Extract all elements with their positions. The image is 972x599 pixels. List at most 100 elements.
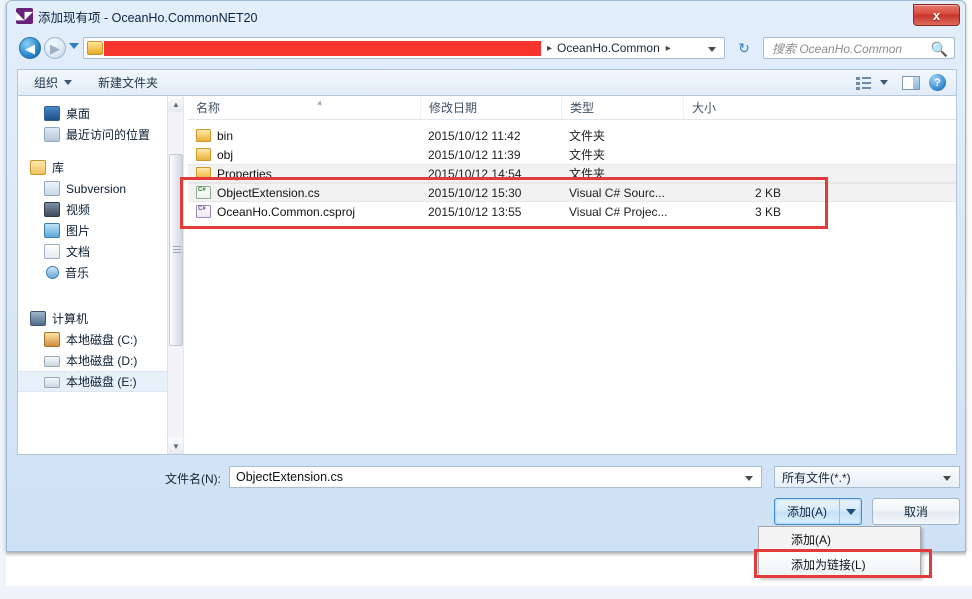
filter-chevron-down-icon[interactable] bbox=[943, 476, 951, 481]
address-chevron-down-icon[interactable] bbox=[708, 47, 716, 52]
sidebar-item-recent-places[interactable]: 最近访问的位置 bbox=[18, 124, 183, 145]
table-row[interactable]: ObjectExtension.cs 2015/10/12 15:30 Visu… bbox=[188, 183, 956, 202]
sidebar-item-computer[interactable]: 计算机 bbox=[18, 308, 183, 329]
search-box[interactable]: 搜索 OceanHo.Common 🔍 bbox=[763, 37, 955, 59]
address-bar[interactable]: ▸ OceanHo.Common ▸ bbox=[83, 37, 725, 59]
breadcrumb-separator-icon: ▸ bbox=[547, 42, 553, 54]
scrollbar-thumb[interactable] bbox=[169, 154, 183, 346]
sidebar-item-pictures[interactable]: 图片 bbox=[18, 220, 183, 241]
sidebar-item-label: 计算机 bbox=[52, 312, 89, 326]
folder-icon bbox=[196, 129, 211, 142]
file-type-cell: 文件夹 bbox=[569, 167, 606, 181]
add-split-button[interactable]: 添加(A) bbox=[774, 498, 862, 525]
add-dropdown-arrow-icon[interactable] bbox=[839, 499, 861, 524]
organize-button[interactable]: 组织 bbox=[26, 70, 80, 95]
sidebar-item-label: 最近访问的位置 bbox=[66, 128, 151, 142]
forward-button[interactable]: ▶ bbox=[44, 37, 66, 59]
new-folder-button[interactable]: 新建文件夹 bbox=[90, 70, 166, 95]
column-header-name[interactable]: 名称 bbox=[188, 96, 420, 119]
folder-icon bbox=[87, 41, 103, 55]
close-button[interactable]: x bbox=[913, 4, 960, 26]
sidebar-item-music[interactable]: 音乐 bbox=[18, 262, 183, 283]
table-row[interactable]: bin 2015/10/12 11:42 文件夹 bbox=[188, 126, 956, 145]
sidebar-item-documents[interactable]: 文档 bbox=[18, 241, 183, 262]
add-button[interactable]: 添加(A) bbox=[775, 499, 839, 524]
search-icon: 🔍 bbox=[930, 41, 948, 57]
sidebar-item-label: 本地磁盘 (C:) bbox=[66, 333, 138, 347]
preview-pane-icon[interactable] bbox=[902, 75, 920, 90]
scroll-down-arrow-icon[interactable]: ▼ bbox=[168, 438, 183, 454]
breadcrumb-current-folder[interactable]: OceanHo.Common bbox=[557, 41, 660, 55]
file-type-cell: Visual C# Projec... bbox=[569, 204, 668, 219]
pictures-icon bbox=[44, 223, 60, 238]
command-bar: 组织 新建文件夹 ? bbox=[17, 69, 957, 95]
file-name-cell: obj bbox=[188, 148, 420, 162]
sidebar-item-disk-c[interactable]: 本地磁盘 (C:) bbox=[18, 329, 183, 350]
file-list-pane: 名称 修改日期 类型 大小 ▲ bin 2015/10/12 11:42 文件夹 bbox=[188, 96, 956, 454]
cancel-button[interactable]: 取消 bbox=[872, 498, 960, 525]
menu-item-add-as-link[interactable]: 添加为链接(L) bbox=[759, 552, 920, 577]
filename-label: 文件名(N): bbox=[165, 472, 221, 486]
disk-c-icon bbox=[44, 332, 60, 347]
file-name-label: bin bbox=[217, 128, 234, 143]
disk-icon bbox=[44, 377, 60, 388]
file-type-cell: 文件夹 bbox=[569, 129, 606, 143]
disk-icon bbox=[44, 356, 60, 367]
sidebar-item-label: Subversion bbox=[66, 181, 127, 196]
file-name-label: ObjectExtension.cs bbox=[217, 185, 320, 200]
sidebar-item-subversion[interactable]: Subversion bbox=[18, 178, 183, 199]
file-size-cell: 3 KB bbox=[754, 204, 781, 219]
file-date-cell: 2015/10/12 14:54 bbox=[428, 166, 522, 181]
csharp-project-icon bbox=[196, 205, 211, 218]
sidebar-item-disk-d[interactable]: 本地磁盘 (D:) bbox=[18, 350, 183, 371]
column-header-date[interactable]: 修改日期 bbox=[420, 96, 561, 119]
file-date-cell: 2015/10/12 15:30 bbox=[428, 185, 522, 200]
file-name-cell: Properties bbox=[188, 167, 420, 181]
computer-icon bbox=[30, 311, 46, 326]
sidebar-item-label: 库 bbox=[52, 161, 65, 175]
column-header-type[interactable]: 类型 bbox=[561, 96, 683, 119]
recent-locations-chevron-down-icon[interactable] bbox=[69, 43, 79, 49]
library-icon bbox=[30, 160, 46, 175]
filename-value: ObjectExtension.cs bbox=[236, 470, 343, 484]
folder-icon bbox=[196, 148, 211, 161]
file-name-label: Properties bbox=[217, 166, 272, 181]
filename-chevron-down-icon[interactable] bbox=[745, 476, 753, 481]
file-name-label: OceanHo.Common.csproj bbox=[217, 204, 356, 219]
sidebar-item-library[interactable]: 库 bbox=[18, 157, 183, 178]
help-icon[interactable]: ? bbox=[929, 74, 946, 91]
file-size-cell: 2 KB bbox=[754, 185, 781, 200]
file-name-label: obj bbox=[217, 147, 234, 162]
scroll-up-arrow-icon[interactable]: ▲ bbox=[168, 96, 183, 112]
filename-input[interactable]: ObjectExtension.cs bbox=[229, 466, 762, 488]
file-type-cell: Visual C# Sourc... bbox=[569, 185, 665, 200]
sidebar-item-videos[interactable]: 视频 bbox=[18, 199, 183, 220]
column-header-row: 名称 修改日期 类型 大小 ▲ bbox=[188, 96, 956, 120]
file-type-filter-select[interactable]: 所有文件(*.*) bbox=[774, 466, 960, 488]
file-date-cell: 2015/10/12 11:42 bbox=[428, 128, 521, 143]
column-header-size[interactable]: 大小 bbox=[683, 96, 793, 119]
sidebar-item-disk-e[interactable]: 本地磁盘 (E:) bbox=[18, 371, 183, 392]
sidebar-item-label: 桌面 bbox=[66, 107, 91, 121]
redacted-path-bar bbox=[104, 40, 541, 56]
table-row[interactable]: Properties 2015/10/12 14:54 文件夹 bbox=[188, 164, 956, 183]
navigation-pane: 桌面 最近访问的位置 库 Subversion 视频 图片 文档 音乐 计算机 … bbox=[18, 96, 183, 454]
table-row[interactable]: OceanHo.Common.csproj 2015/10/12 13:55 V… bbox=[188, 202, 956, 221]
view-chevron-down-icon[interactable] bbox=[880, 80, 888, 85]
recent-places-icon bbox=[44, 127, 60, 142]
file-name-cell: bin bbox=[188, 129, 420, 143]
table-row[interactable]: obj 2015/10/12 11:39 文件夹 bbox=[188, 145, 956, 164]
sidebar-item-desktop[interactable]: 桌面 bbox=[18, 103, 183, 124]
view-list-icon[interactable] bbox=[856, 76, 872, 90]
refresh-icon[interactable]: ↻ bbox=[731, 37, 757, 59]
file-date-cell: 2015/10/12 11:39 bbox=[428, 147, 521, 162]
sidebar-item-label: 图片 bbox=[66, 224, 91, 238]
sidebar-item-label: 音乐 bbox=[65, 266, 90, 280]
sidebar-item-label: 视频 bbox=[66, 203, 91, 217]
chevron-down-icon bbox=[64, 80, 73, 85]
back-button[interactable]: ◀ bbox=[19, 37, 41, 59]
navigation-pane-scrollbar[interactable]: ▲ ▼ bbox=[167, 96, 183, 454]
content-area: 桌面 最近访问的位置 库 Subversion 视频 图片 文档 音乐 计算机 … bbox=[17, 95, 957, 455]
menu-item-add[interactable]: 添加(A) bbox=[759, 527, 920, 552]
